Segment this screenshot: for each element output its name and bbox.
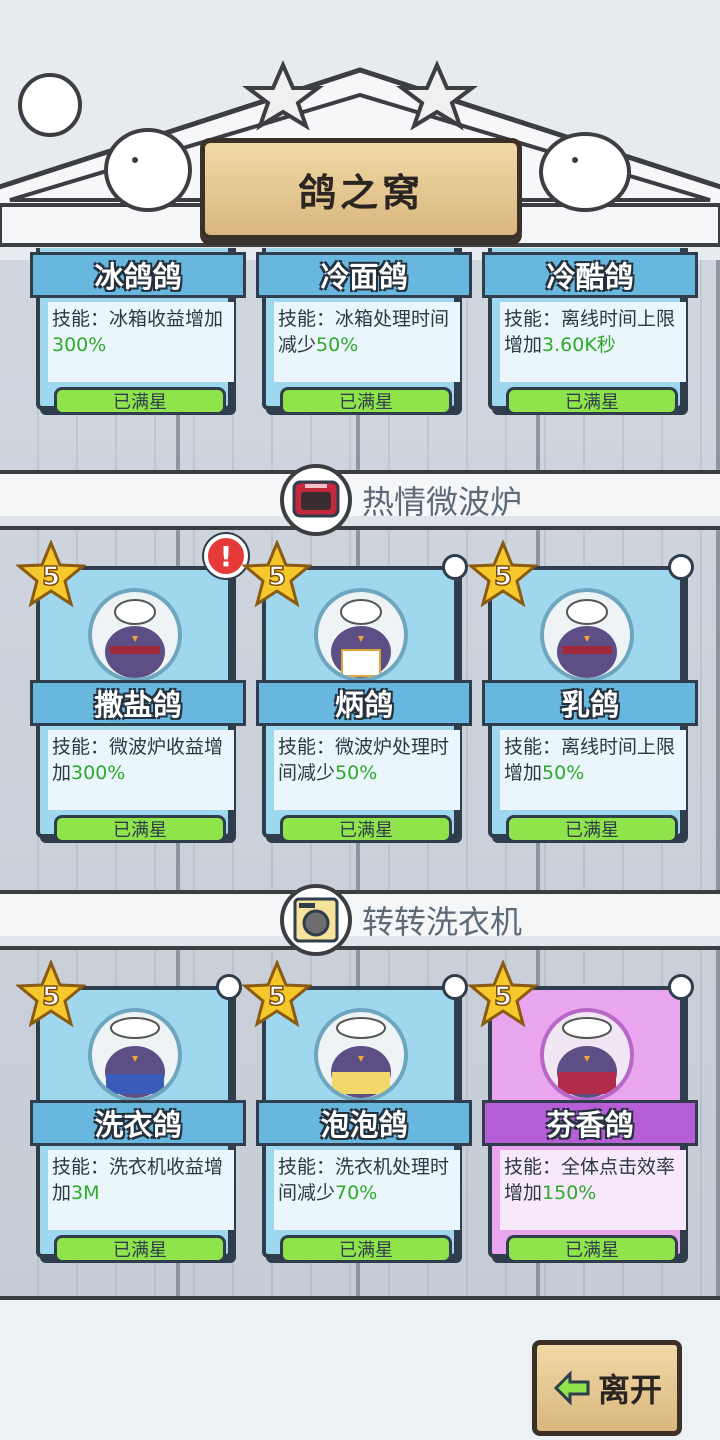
svg-text:5: 5 — [268, 562, 286, 592]
svg-text:5: 5 — [494, 562, 512, 592]
pigeon-name: 芬香鸽 — [482, 1100, 698, 1146]
pigeon-name: 冰鸽鸽 — [30, 252, 246, 298]
svg-text:5: 5 — [42, 982, 60, 1012]
max-star-button[interactable]: 已满星 — [506, 815, 678, 843]
pigeon-name: 洗衣鸽 — [30, 1100, 246, 1146]
max-star-button[interactable]: 已满星 — [54, 815, 226, 843]
pigeon-card[interactable]: 冰鸽鸽 技能：冰箱收益增加300% 已满星 — [30, 248, 246, 415]
skill-text: 技能：洗衣机处理时间减少70% — [274, 1150, 460, 1230]
leave-button[interactable]: 离开 — [532, 1340, 682, 1436]
max-star-button[interactable]: 已满星 — [54, 1235, 226, 1263]
skill-text: 技能：洗衣机收益增加3M — [48, 1150, 234, 1230]
pigeon-card[interactable]: 乳鸽 技能：离线时间上限增加50% 已满星 5 — [468, 540, 698, 843]
pigeon-name: 冷面鸽 — [256, 252, 472, 298]
pigeon-card[interactable]: 冷酷鸽 技能：离线时间上限增加3.60K秒 已满星 — [482, 248, 698, 415]
pigeon-name: 撒盐鸽 — [30, 680, 246, 726]
page-title: 鸽之窝 — [200, 138, 522, 240]
pigeon-avatar — [88, 1008, 182, 1102]
star-level-icon: 5 — [468, 540, 538, 608]
skill-text: 技能：冰箱处理时间减少50% — [274, 302, 460, 382]
star-level-icon: 5 — [468, 960, 538, 1028]
max-star-button[interactable]: 已满星 — [280, 1235, 452, 1263]
pigeon-avatar — [540, 1008, 634, 1102]
skill-text: 技能：微波炉处理时间减少50% — [274, 730, 460, 810]
section-header-washer: 转转洗衣机 — [280, 880, 522, 960]
max-star-button[interactable]: 已满星 — [280, 815, 452, 843]
pigeon-name: 泡泡鸽 — [256, 1100, 472, 1146]
back-arrow-icon — [553, 1370, 590, 1406]
pigeon-card[interactable]: 炳鸽 技能：微波炉处理时间减少50% 已满星 5 — [242, 540, 472, 843]
card-corner-icon — [442, 554, 468, 580]
pigeon-avatar — [88, 588, 182, 682]
pigeon-card[interactable]: 冷面鸽 技能：冰箱处理时间减少50% 已满星 — [256, 248, 472, 415]
leave-label: 离开 — [597, 1371, 662, 1409]
star-level-icon: 5 — [16, 540, 86, 608]
pigeon-card[interactable]: 撒盐鸽 技能：微波炉收益增加300% 已满星 5 ! — [16, 534, 248, 843]
section-header-microwave: 热情微波炉 — [280, 460, 522, 540]
star-level-icon: 5 — [242, 960, 312, 1028]
pigeon-name: 炳鸽 — [256, 680, 472, 726]
pigeon-name: 乳鸽 — [482, 680, 698, 726]
card-corner-icon — [668, 554, 694, 580]
skill-text: 技能：离线时间上限增加50% — [500, 730, 686, 810]
star-level-icon: 5 — [16, 960, 86, 1028]
svg-text:5: 5 — [494, 982, 512, 1012]
washing-machine-icon — [280, 884, 352, 956]
card-corner-icon — [442, 974, 468, 1000]
pigeon-card[interactable]: 洗衣鸽 技能：洗衣机收益增加3M 已满星 5 — [16, 960, 246, 1263]
max-star-button[interactable]: 已满星 — [280, 387, 452, 415]
pigeon-card[interactable]: 泡泡鸽 技能：洗衣机处理时间减少70% 已满星 5 — [242, 960, 472, 1263]
pigeon-avatar — [314, 1008, 408, 1102]
skill-text: 技能：微波炉收益增加300% — [48, 730, 234, 810]
pigeon-avatar — [314, 588, 408, 682]
star-level-icon: 5 — [242, 540, 312, 608]
svg-text:5: 5 — [268, 982, 286, 1012]
pigeon-card[interactable]: 芬香鸽 技能：全体点击效率增加150% 已满星 5 — [468, 960, 698, 1263]
section-title: 热情微波炉 — [362, 483, 523, 521]
card-corner-icon — [668, 974, 694, 1000]
pigeon-avatar — [540, 588, 634, 682]
skill-text: 技能：全体点击效率增加150% — [500, 1150, 686, 1230]
max-star-button[interactable]: 已满星 — [506, 1235, 678, 1263]
max-star-button[interactable]: 已满星 — [506, 387, 678, 415]
skill-text: 技能：冰箱收益增加300% — [48, 302, 234, 382]
svg-text:5: 5 — [42, 562, 60, 592]
microwave-icon — [280, 464, 352, 536]
pigeon-name: 冷酷鸽 — [482, 252, 698, 298]
top-card-row: 冰鸽鸽 技能：冰箱收益增加300% 已满星 冷面鸽 技能：冰箱处理时间减少50%… — [0, 248, 720, 448]
skill-text: 技能：离线时间上限增加3.60K秒 — [500, 302, 686, 382]
section-title: 转转洗衣机 — [362, 903, 523, 941]
max-star-button[interactable]: 已满星 — [54, 387, 226, 415]
card-corner-icon — [216, 974, 242, 1000]
